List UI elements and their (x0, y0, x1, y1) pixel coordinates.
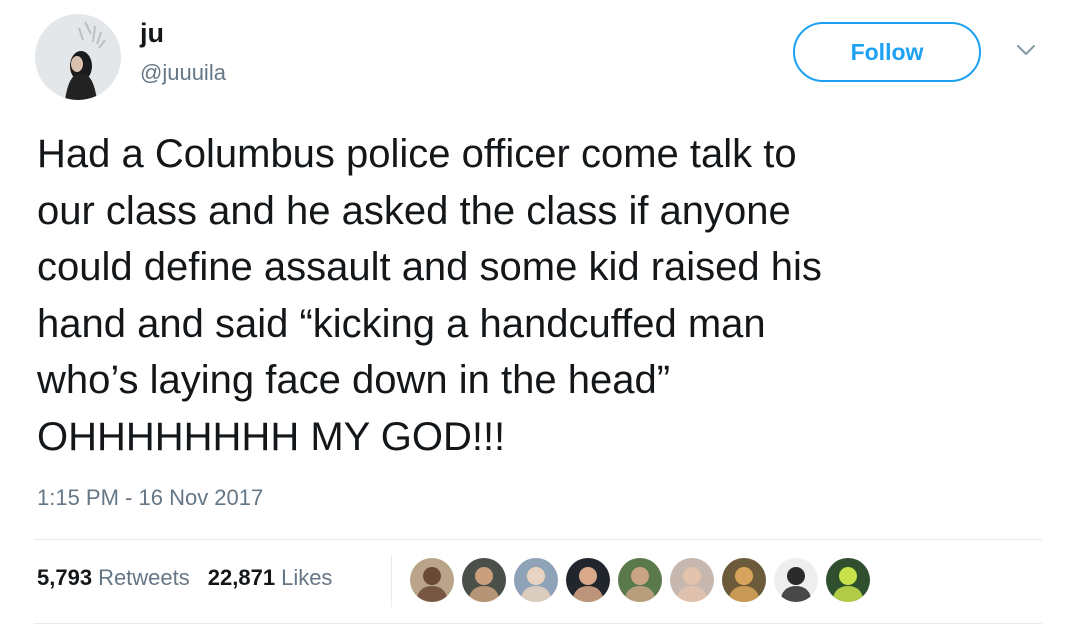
liker-avatar[interactable] (722, 558, 766, 602)
liker-avatar[interactable] (410, 558, 454, 602)
tweet-timestamp[interactable]: 1:15 PM - 16 Nov 2017 (37, 485, 263, 511)
tweet-text: Had a Columbus police officer come talk … (37, 132, 822, 459)
avatar-image (35, 14, 121, 100)
tweet-card: ju @juuuila Follow Had a Columbus police… (0, 0, 1068, 640)
divider (34, 623, 1042, 624)
liker-avatar[interactable] (618, 558, 662, 602)
likers-avatars (410, 556, 878, 604)
stats-separator (391, 555, 392, 607)
retweets-stat[interactable]: 5,793 Retweets (37, 565, 190, 591)
follow-button[interactable]: Follow (793, 22, 981, 82)
likes-label: Likes (281, 565, 333, 590)
liker-avatar[interactable] (462, 558, 506, 602)
liker-avatar[interactable] (826, 558, 870, 602)
liker-avatar[interactable] (670, 558, 714, 602)
chevron-down-icon[interactable] (1012, 36, 1040, 64)
liker-avatar[interactable] (774, 558, 818, 602)
retweets-count: 5,793 (37, 565, 93, 590)
user-avatar[interactable] (35, 14, 121, 100)
user-display-name[interactable]: ju (140, 18, 164, 48)
retweets-label: Retweets (98, 565, 190, 590)
tweet-stats: 5,793 Retweets 22,871 Likes (37, 563, 332, 593)
likes-stat[interactable]: 22,871 Likes (208, 565, 333, 591)
divider (34, 539, 1042, 540)
user-handle[interactable]: @juuuila (140, 60, 226, 86)
liker-avatar[interactable] (566, 558, 610, 602)
liker-avatar[interactable] (514, 558, 558, 602)
likes-count: 22,871 (207, 565, 276, 590)
